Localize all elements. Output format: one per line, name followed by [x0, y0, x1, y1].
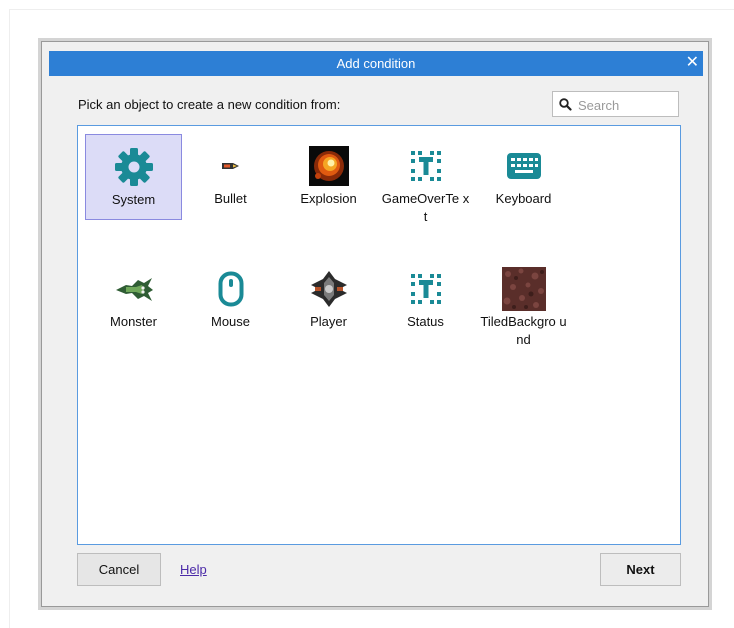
title-bar: Add condition ✕ [49, 51, 703, 76]
object-item-gameovertext[interactable]: GameOverTe xt [377, 134, 474, 224]
monster-sprite-icon [110, 265, 158, 313]
object-item-status[interactable]: Status [377, 257, 474, 343]
object-item-mouse[interactable]: Mouse [182, 257, 279, 343]
object-label: Player [310, 314, 347, 329]
bullet-sprite-icon [207, 142, 255, 190]
object-label: Explosion [300, 191, 357, 206]
help-link[interactable]: Help [180, 562, 207, 577]
keyboard-icon [500, 142, 548, 190]
object-item-monster[interactable]: Monster [85, 257, 182, 343]
object-item-explosion[interactable]: Explosion [280, 134, 377, 220]
search-box[interactable] [552, 91, 679, 117]
object-label: TiledBackgro und [480, 314, 567, 347]
explosion-sprite-icon [305, 142, 353, 190]
dialog-title: Add condition [336, 56, 416, 71]
text-object-icon [402, 265, 450, 313]
object-label: Status [407, 314, 444, 329]
object-label: Mouse [210, 314, 251, 329]
cancel-button[interactable]: Cancel [77, 553, 161, 586]
search-input[interactable] [576, 95, 678, 115]
object-item-tiledbackground[interactable]: TiledBackgro und [475, 257, 572, 347]
object-item-system[interactable]: System [85, 134, 182, 220]
object-item-keyboard[interactable]: Keyboard [475, 134, 572, 220]
tiled-background-icon [500, 265, 548, 313]
object-label: Keyboard [495, 191, 552, 206]
object-label: GameOverTe xt [381, 191, 470, 224]
mouse-icon [207, 265, 255, 313]
object-label: Bullet [214, 191, 247, 206]
close-icon[interactable]: ✕ [686, 54, 699, 72]
player-sprite-icon [305, 265, 353, 313]
object-item-player[interactable]: Player [280, 257, 377, 343]
search-icon [559, 98, 572, 111]
object-label: System [111, 192, 156, 207]
object-item-bullet[interactable]: Bullet [182, 134, 279, 220]
next-button[interactable]: Next [600, 553, 681, 586]
gear-icon [110, 143, 158, 191]
object-list[interactable]: System Bullet Explosion GameOverTe xt Ke… [77, 125, 681, 545]
prompt-text: Pick an object to create a new condition… [78, 97, 341, 112]
object-label: Monster [110, 314, 157, 329]
text-object-icon [402, 142, 450, 190]
